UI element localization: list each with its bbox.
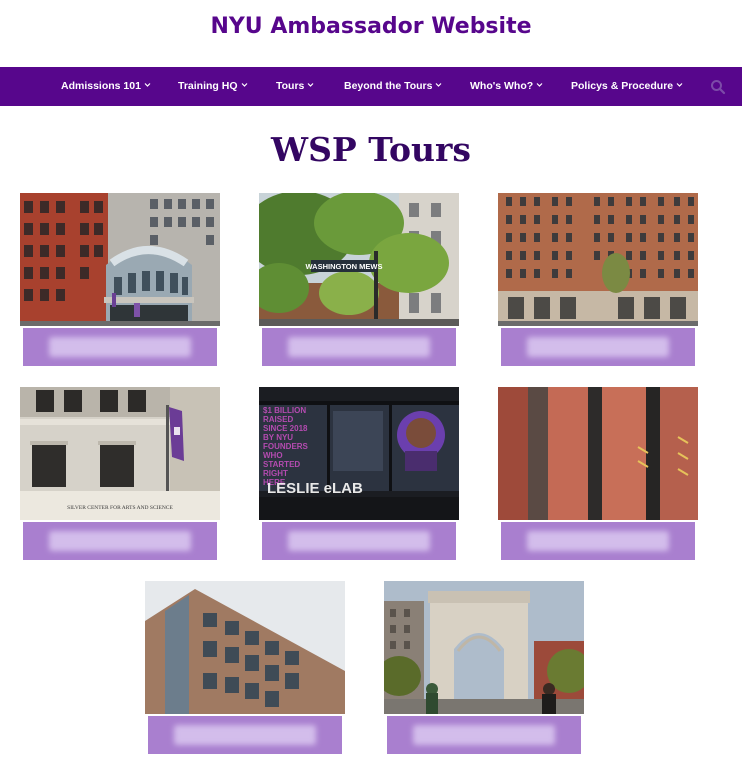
tour-card-5[interactable]: $1 BILLION RAISED SINCE 2018 BY NYU FOUN… [259, 387, 459, 565]
chevron-down-icon [241, 83, 247, 87]
tour-card-1[interactable] [20, 193, 220, 371]
window-sign: LESLIE eLAB [267, 480, 363, 497]
tour-label[interactable] [262, 522, 456, 560]
tour-label[interactable] [148, 716, 342, 754]
tour-label-text [174, 725, 316, 745]
tour-photo [498, 193, 698, 326]
tour-photo [145, 581, 345, 714]
chevron-down-icon [676, 83, 683, 87]
nav-label: Tours [276, 80, 305, 92]
nav-item-whos-who[interactable]: Who's Who? [470, 67, 543, 106]
site-title[interactable]: NYU Ambassador Website [0, 14, 742, 39]
tour-label-text [288, 531, 430, 551]
building-inscription: SILVER CENTER FOR ARTS AND SCIENCE [67, 505, 173, 511]
nav-label: Who's Who? [470, 80, 534, 92]
chevron-down-icon [307, 83, 314, 87]
tour-label[interactable] [501, 522, 695, 560]
tour-card-4[interactable]: SILVER CENTER FOR ARTS AND SCIENCE [20, 387, 220, 565]
tour-label[interactable] [501, 328, 695, 366]
page-title: WSP Tours [271, 130, 471, 169]
window-line: $1 BILLION [263, 406, 306, 415]
tour-label-text [288, 337, 430, 357]
tour-card-6[interactable] [498, 387, 698, 565]
tour-card-7[interactable] [145, 581, 345, 759]
nav-label: Training HQ [178, 80, 238, 92]
nav-item-beyond-tours[interactable]: Beyond the Tours [344, 67, 442, 106]
tour-photo: $1 BILLION RAISED SINCE 2018 BY NYU FOUN… [259, 387, 459, 520]
nav-label: Beyond the Tours [344, 80, 433, 92]
window-line: BY NYU [263, 433, 293, 442]
chevron-down-icon [536, 83, 543, 87]
tour-label-text [413, 725, 555, 745]
nav-item-tours[interactable]: Tours [276, 67, 314, 106]
tour-photo [20, 193, 220, 326]
nav-label: Admissions 101 [61, 80, 141, 92]
window-line: RIGHT [263, 469, 288, 478]
window-line: RAISED [263, 415, 293, 424]
window-line: FOUNDERS [263, 442, 309, 451]
nav-label: Policys & Procedure [571, 80, 674, 92]
tour-photo [498, 387, 698, 520]
tour-label[interactable] [23, 522, 217, 560]
window-line: STARTED [263, 460, 300, 469]
search-icon[interactable] [710, 79, 726, 95]
tour-label-text [527, 531, 669, 551]
tour-card-3[interactable] [498, 193, 698, 371]
tour-label-text [527, 337, 669, 357]
tour-label[interactable] [387, 716, 581, 754]
nav-item-training[interactable]: Training HQ [178, 67, 248, 106]
tour-label[interactable] [262, 328, 456, 366]
tour-label[interactable] [23, 328, 217, 366]
window-line: WHO [263, 451, 283, 460]
nav-item-admissions[interactable]: Admissions 101 [61, 67, 151, 106]
tour-card-2[interactable]: WASHINGTON MEWS [259, 193, 459, 371]
tour-photo: WASHINGTON MEWS [259, 193, 459, 326]
tour-photo [384, 581, 584, 714]
tour-card-8[interactable] [384, 581, 584, 759]
main-navigation: Admissions 101 Training HQ Tours Beyond … [0, 67, 742, 106]
tour-photo: SILVER CENTER FOR ARTS AND SCIENCE [20, 387, 220, 520]
nav-item-policies[interactable]: Policys & Procedure [571, 67, 683, 106]
chevron-down-icon [436, 83, 442, 87]
tour-label-text [49, 337, 191, 357]
street-sign-text: WASHINGTON MEWS [306, 262, 383, 271]
window-line: SINCE 2018 [263, 424, 308, 433]
chevron-down-icon [144, 83, 151, 87]
tour-label-text [49, 531, 191, 551]
